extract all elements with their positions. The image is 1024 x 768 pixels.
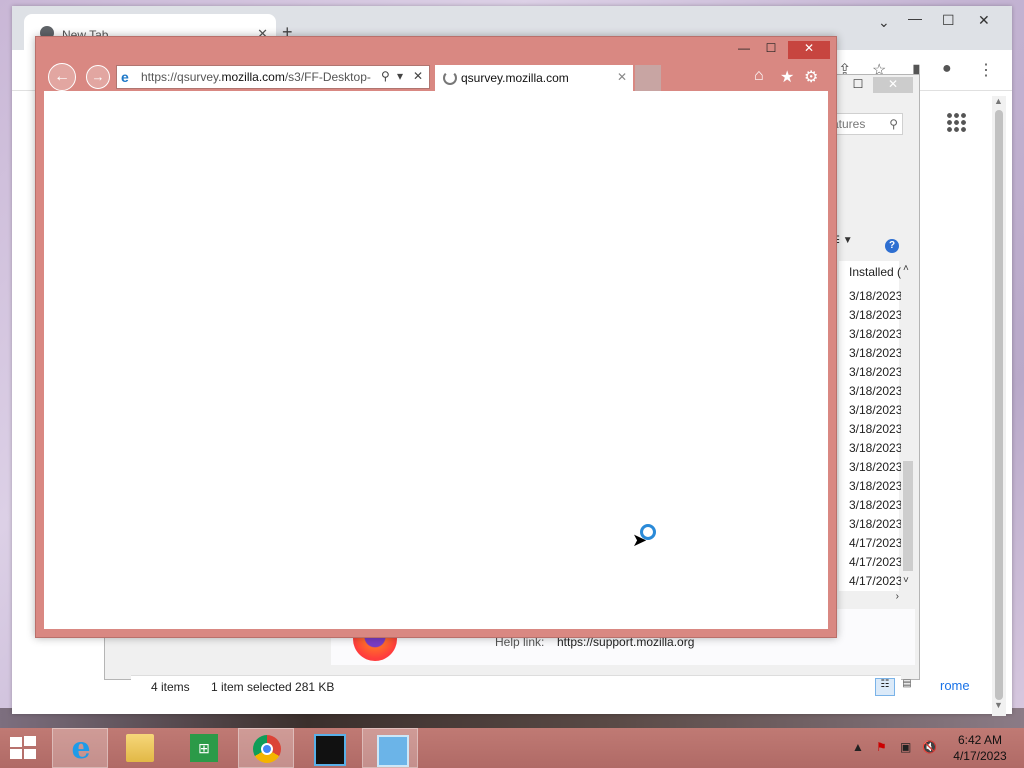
search-icon: ⚲ (889, 117, 898, 131)
ie-tab-title: qsurvey.mozilla.com (461, 71, 569, 85)
address-dropdown-icon[interactable]: ▾ (397, 69, 403, 83)
ie-tab-qsurvey[interactable]: qsurvey.mozilla.com ✕ (435, 65, 633, 91)
ie-address-url[interactable]: https://qsurvey.mozilla.com/s3/FF-Deskto… (141, 70, 377, 84)
taskbar-internet-explorer[interactable]: e (52, 728, 108, 768)
clock-time: 6:42 AM (957, 733, 1003, 747)
chrome-tab-search-button[interactable]: ⌄ (878, 14, 890, 31)
chrome-close-button[interactable]: ✕ (978, 12, 990, 29)
list-item-install-date[interactable]: 3/18/2023 (849, 422, 902, 436)
chrome-menu-icon[interactable]: ⋮ (978, 60, 994, 80)
list-item-install-date[interactable]: 3/18/2023 (849, 479, 902, 493)
list-item-install-date[interactable]: 3/18/2023 (849, 346, 902, 360)
taskbar-clock[interactable]: 6:42 AM 4/17/2023 (950, 732, 1010, 764)
list-item-install-date[interactable]: 3/18/2023 (849, 384, 902, 398)
scroll-down-arrow-icon[interactable]: ˅ (903, 575, 909, 586)
ie-page-content[interactable] (44, 91, 828, 629)
taskbar-store[interactable]: ⊞ (176, 728, 232, 768)
list-item-install-date[interactable]: 3/18/2023 (849, 327, 902, 341)
pf-close-button[interactable]: ✕ (873, 77, 913, 93)
control-panel-icon (377, 735, 409, 767)
file-explorer-icon (126, 734, 154, 762)
scrollbar-thumb[interactable] (995, 110, 1003, 700)
taskbar-file-explorer[interactable] (112, 728, 168, 768)
status-item-count: 4 items (151, 680, 190, 694)
chrome-page-link[interactable]: rome (940, 678, 970, 693)
action-center-flag-icon[interactable]: ⚑ (876, 740, 887, 754)
list-item-install-date[interactable]: 3/18/2023 (849, 460, 902, 474)
list-item-install-date[interactable]: 3/18/2023 (849, 308, 902, 322)
store-icon: ⊞ (190, 734, 218, 762)
profile-avatar-icon[interactable]: ● (942, 60, 952, 78)
pf-maximize-button[interactable]: ☐ (847, 77, 869, 93)
pf-search-box[interactable]: atures ⚲ (831, 113, 903, 135)
forward-arrow-icon[interactable]: → (86, 65, 110, 89)
list-item-install-date[interactable]: 3/18/2023 (849, 403, 902, 417)
network-icon[interactable]: ▣ (900, 740, 911, 754)
scroll-up-arrow-icon[interactable]: ˄ (903, 263, 909, 274)
home-icon[interactable]: ⌂ (754, 67, 764, 85)
list-item-install-date[interactable]: 4/17/2023 (849, 536, 902, 550)
back-arrow-icon[interactable]: ← (48, 63, 76, 91)
pf-status-bar: 4 items 1 item selected 281 KB ☷ ▤ (131, 675, 912, 698)
scrollbar-thumb[interactable] (903, 461, 913, 571)
apps-grid-icon[interactable] (946, 112, 966, 132)
windows-start-icon[interactable] (10, 736, 38, 760)
taskbar-chrome[interactable] (238, 728, 294, 768)
list-item-install-date[interactable]: 3/18/2023 (849, 498, 902, 512)
list-item-install-date[interactable]: 4/17/2023 (849, 555, 902, 569)
list-item-install-date[interactable]: 3/18/2023 (849, 289, 902, 303)
ie-address-bar[interactable]: e https://qsurvey.mozilla.com/s3/FF-Desk… (116, 65, 430, 89)
ie-minimize-button[interactable]: — (736, 41, 752, 59)
status-selection: 1 item selected 281 KB (211, 680, 335, 694)
ie-new-tab-button[interactable] (635, 65, 661, 91)
help-icon[interactable]: ? (885, 239, 899, 253)
pf-list-scrollbar[interactable]: ˄ ˅ (901, 261, 915, 591)
list-item-install-date[interactable]: 4/17/2023 (849, 574, 902, 588)
internet-explorer-icon: e (71, 731, 91, 766)
loading-spinner-icon (443, 71, 457, 85)
favorites-star-icon[interactable]: ★ (780, 67, 794, 87)
list-item-install-date[interactable]: 3/18/2023 (849, 517, 902, 531)
pf-search-placeholder: atures (832, 117, 866, 131)
details-view-icon[interactable]: ☷ (875, 678, 895, 696)
ie-site-icon: e (121, 69, 129, 85)
scroll-down-arrow-icon[interactable]: ▼ (994, 700, 1003, 710)
pf-horizontal-scrollbar[interactable]: › (839, 591, 915, 605)
refresh-stop-icon[interactable]: ✕ (413, 69, 423, 83)
internet-explorer-window: — ☐ ✕ ← → e https://qsurvey.mozilla.com/… (35, 36, 837, 638)
ie-close-button[interactable]: ✕ (788, 41, 830, 59)
ie-maximize-button[interactable]: ☐ (762, 41, 780, 59)
tiles-view-icon[interactable]: ▤ (899, 678, 915, 694)
taskbar-control-panel[interactable] (362, 728, 418, 768)
clock-date: 4/17/2023 (953, 749, 1007, 763)
taskbar: e ⊞ ▲ ⚑ ▣ 🔇 6:42 AM 4/17/2023 (0, 728, 1024, 768)
media-icon (314, 734, 346, 766)
search-icon[interactable]: ⚲ (381, 69, 390, 83)
chrome-icon (253, 735, 281, 763)
show-hidden-icons-icon[interactable]: ▲ (852, 740, 864, 754)
chrome-minimize-button[interactable]: — (908, 10, 922, 26)
volume-muted-icon[interactable]: 🔇 (922, 740, 937, 754)
scroll-right-arrow-icon[interactable]: › (896, 591, 899, 602)
chrome-page-scrollbar[interactable]: ▲ ▼ (992, 96, 1006, 716)
busy-indicator-icon (640, 524, 656, 540)
taskbar-media[interactable] (300, 728, 356, 768)
ie-tab-close-button[interactable]: ✕ (617, 70, 627, 84)
settings-gear-icon[interactable]: ⚙ (804, 67, 818, 87)
column-header-installed-on[interactable]: Installed ( (849, 265, 901, 279)
list-item-install-date[interactable]: 3/18/2023 (849, 365, 902, 379)
scroll-up-arrow-icon[interactable]: ▲ (994, 96, 1003, 106)
list-item-install-date[interactable]: 3/18/2023 (849, 441, 902, 455)
chrome-maximize-button[interactable]: ☐ (942, 12, 955, 29)
